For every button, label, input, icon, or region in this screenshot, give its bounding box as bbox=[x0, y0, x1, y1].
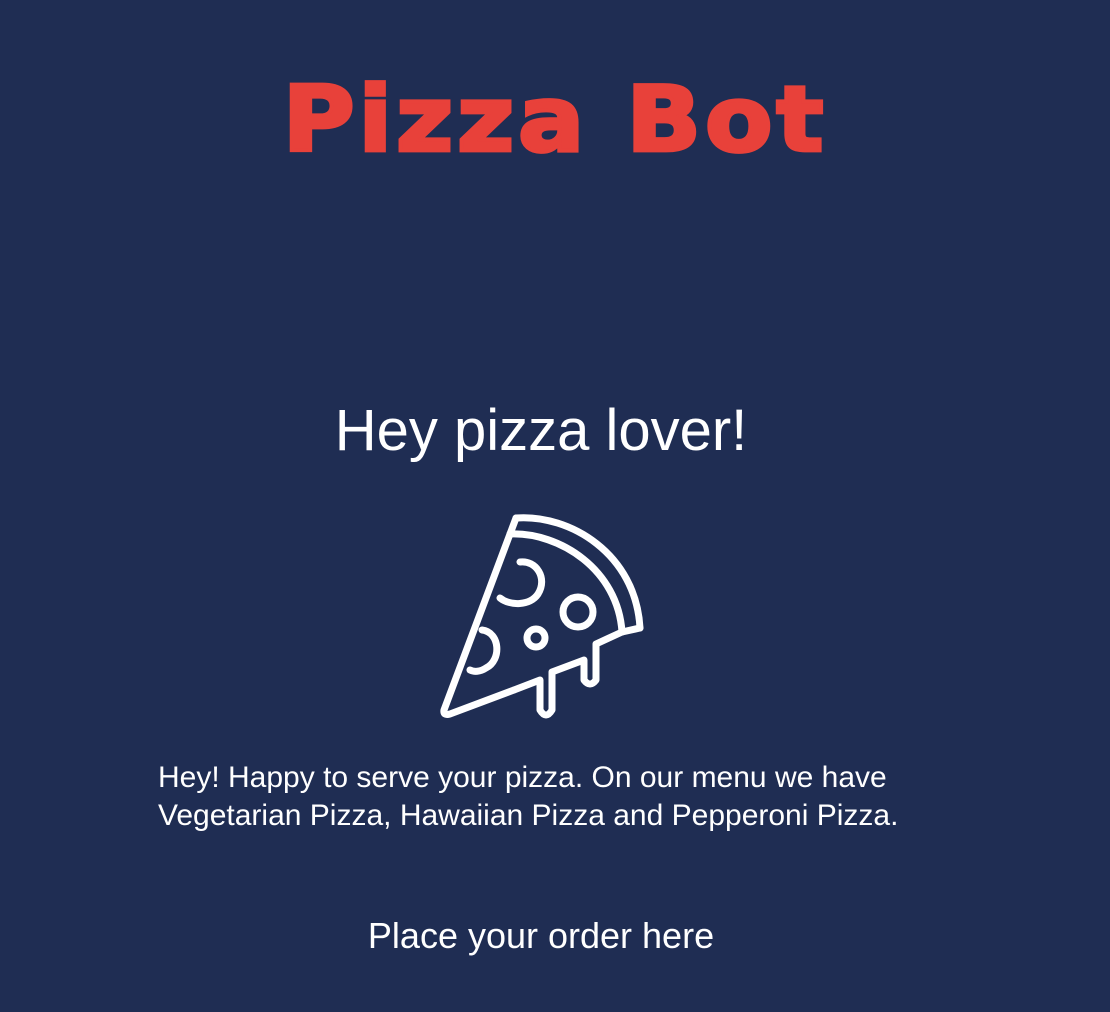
brand-title: Pizza Bot bbox=[281, 66, 828, 175]
greeting-heading: Hey pizza lover! bbox=[334, 398, 748, 463]
intro-text: Hey! Happy to serve your pizza. On our m… bbox=[158, 761, 899, 832]
place-order-link[interactable]: Place your order here bbox=[0, 914, 1082, 958]
pizza-slice-icon bbox=[440, 514, 646, 724]
